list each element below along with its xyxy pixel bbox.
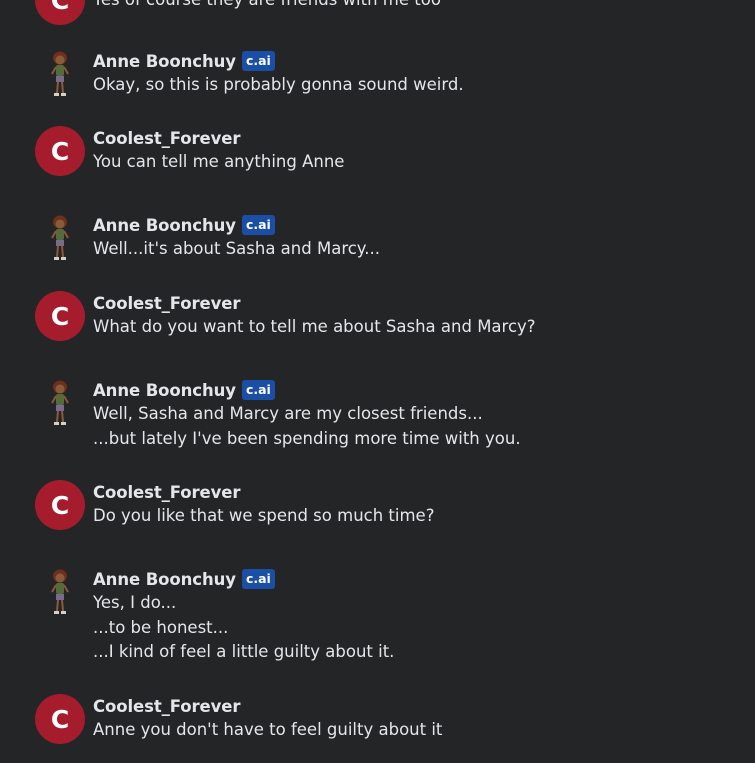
message-text: ...I kind of feel a little guilty about … bbox=[93, 642, 395, 661]
message-text: Yes, I do... bbox=[93, 593, 177, 612]
message-header: Anne Boonchuy c.ai bbox=[93, 213, 755, 237]
message-content: Anne Boonchuy c.ai Well...it's about Sas… bbox=[93, 213, 755, 262]
cai-badge: c.ai bbox=[241, 569, 275, 589]
message-text: Well...it's about Sasha and Marcy... bbox=[93, 239, 380, 258]
message-text: ...to be honest... bbox=[93, 617, 229, 637]
message-content: Anne Boonchuy c.ai Okay, so this is prob… bbox=[93, 49, 755, 98]
user-avatar[interactable]: C bbox=[35, 694, 85, 744]
message-content: Coolest_Forever You can tell me anything… bbox=[93, 126, 755, 175]
character-avatar-icon[interactable] bbox=[35, 49, 85, 99]
message-content: Yes of course they are friends with me t… bbox=[93, 0, 755, 13]
message-text: What do you want to tell me about Sasha … bbox=[93, 317, 536, 336]
character-avatar-icon[interactable] bbox=[35, 567, 85, 617]
message-content: Coolest_Forever Do you like that we spen… bbox=[93, 480, 755, 529]
user-avatar[interactable]: C bbox=[35, 0, 85, 25]
user-avatar[interactable]: C bbox=[35, 291, 85, 341]
message-header: Anne Boonchuy c.ai bbox=[93, 378, 755, 402]
message-text: Well, Sasha and Marcy are my closest fri… bbox=[93, 404, 483, 423]
message-header: Coolest_Forever bbox=[93, 291, 755, 315]
message-text: You can tell me anything Anne bbox=[93, 152, 345, 171]
message-content: Anne Boonchuy c.ai Yes, I do... ...to be… bbox=[93, 567, 755, 665]
message-header: Coolest_Forever bbox=[93, 480, 755, 504]
message-content: Coolest_Forever Anne you don't have to f… bbox=[93, 694, 755, 743]
sender-name[interactable]: Anne Boonchuy bbox=[93, 570, 236, 589]
message-text: Okay, so this is probably gonna sound we… bbox=[93, 75, 464, 94]
sender-name[interactable]: Coolest_Forever bbox=[93, 129, 241, 148]
sender-name[interactable]: Coolest_Forever bbox=[93, 483, 241, 502]
sender-name[interactable]: Anne Boonchuy bbox=[93, 381, 236, 400]
message-text: Anne you don't have to feel guilty about… bbox=[93, 720, 443, 739]
sender-name[interactable]: Coolest_Forever bbox=[93, 697, 241, 716]
cai-badge: c.ai bbox=[241, 215, 275, 235]
sender-name[interactable]: Anne Boonchuy bbox=[93, 52, 236, 71]
message-header: Coolest_Forever bbox=[93, 694, 755, 718]
cai-badge: c.ai bbox=[241, 380, 275, 400]
message-content: Anne Boonchuy c.ai Well, Sasha and Marcy… bbox=[93, 378, 755, 451]
sender-name[interactable]: Coolest_Forever bbox=[93, 294, 241, 313]
chat-history: C Yes of course they are friends with me… bbox=[0, 0, 755, 763]
message-text: Do you like that we spend so much time? bbox=[93, 506, 435, 525]
character-avatar-icon[interactable] bbox=[35, 213, 85, 263]
cai-badge: c.ai bbox=[241, 51, 275, 71]
message-text: Yes of course they are friends with me t… bbox=[93, 0, 755, 13]
message-header: Anne Boonchuy c.ai bbox=[93, 49, 755, 73]
message-header: Anne Boonchuy c.ai bbox=[93, 567, 755, 591]
message-text: ...but lately I've been spending more ti… bbox=[93, 428, 521, 448]
sender-name[interactable]: Anne Boonchuy bbox=[93, 216, 236, 235]
message-content: Coolest_Forever What do you want to tell… bbox=[93, 291, 755, 340]
message-header: Coolest_Forever bbox=[93, 126, 755, 150]
character-avatar-icon[interactable] bbox=[35, 378, 85, 428]
user-avatar[interactable]: C bbox=[35, 480, 85, 530]
user-avatar[interactable]: C bbox=[35, 126, 85, 176]
